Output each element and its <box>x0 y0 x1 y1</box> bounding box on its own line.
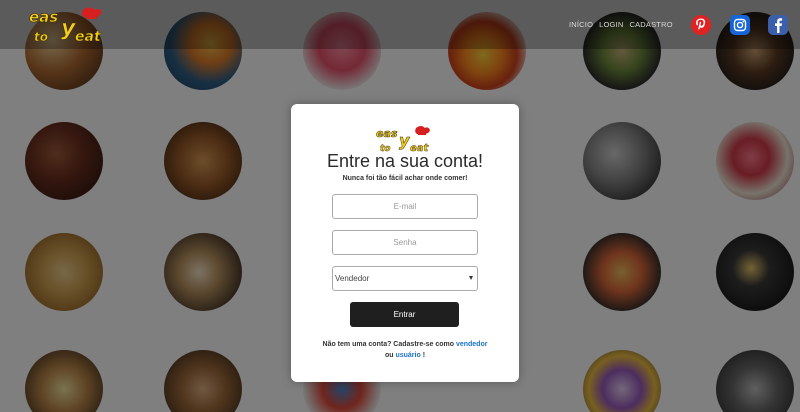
header <box>0 0 800 49</box>
pinterest-icon[interactable] <box>691 15 711 35</box>
svg-text:eat: eat <box>410 143 430 153</box>
signup-seller-link[interactable]: vendedor <box>456 341 488 348</box>
signup-text: Não tem uma conta? Cadastre-se como vend… <box>291 339 519 361</box>
select-arrow-icon <box>469 276 473 280</box>
brand-logo[interactable]: eas y to eat <box>27 5 107 45</box>
email-field[interactable] <box>332 194 478 219</box>
signup-or: ou <box>384 352 394 359</box>
submit-button[interactable]: Entrar <box>350 302 459 327</box>
signup-user-link[interactable]: usuário <box>395 352 420 359</box>
modal-brand-logo: eas y to eat <box>376 126 430 153</box>
svg-text:eas: eas <box>376 127 398 140</box>
password-field[interactable] <box>332 230 478 255</box>
svg-text:to: to <box>380 144 391 153</box>
signup-end: ! <box>422 352 426 359</box>
signup-prefix: Não tem uma conta? Cadastre-se como <box>322 341 454 348</box>
svg-text:eas: eas <box>29 8 58 26</box>
account-type-value: Vendedor <box>335 274 370 283</box>
nav-link-inicio[interactable]: INÍCIO <box>569 20 593 29</box>
main-nav: INÍCIO LOGIN CADASTRO <box>569 20 679 29</box>
facebook-icon[interactable] <box>768 15 788 35</box>
modal-title: Entre na sua conta! <box>326 151 484 171</box>
svg-text:to: to <box>34 30 48 44</box>
account-type-select[interactable]: Vendedor <box>332 266 478 291</box>
instagram-icon[interactable] <box>730 15 750 35</box>
modal-subtitle: Nunca foi tão fácil achar onde comer! <box>342 175 468 182</box>
nav-link-cadastro[interactable]: CADASTRO <box>629 20 672 29</box>
svg-text:eat: eat <box>75 29 102 45</box>
nav-link-login[interactable]: LOGIN <box>599 20 623 29</box>
svg-text:y: y <box>399 131 410 150</box>
